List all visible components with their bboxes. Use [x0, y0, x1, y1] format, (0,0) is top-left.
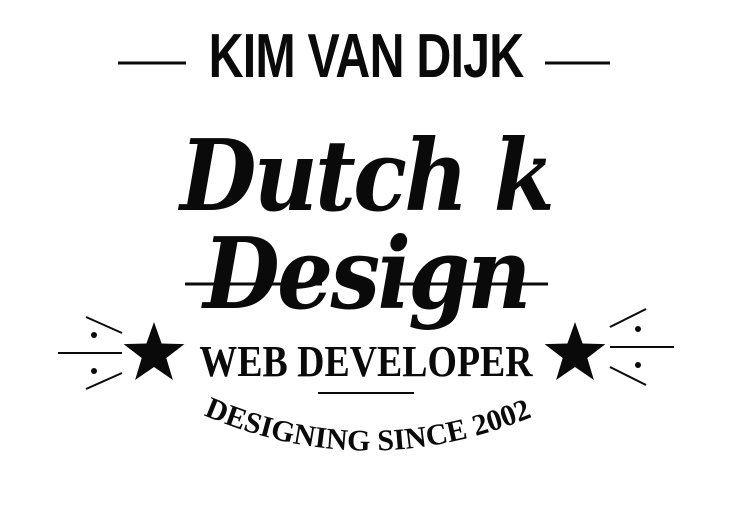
owner-name: KIM VAN DIJK — [208, 22, 525, 91]
job-title: WEB DEVELOPER — [199, 337, 533, 386]
logo: DESIGNING SINCE 2002 KIM VAN DIJK Dutch … — [0, 0, 732, 517]
tagline: DESIGNING SINCE 2002 — [201, 391, 535, 458]
brand-name: Dutch k Design — [179, 119, 555, 332]
